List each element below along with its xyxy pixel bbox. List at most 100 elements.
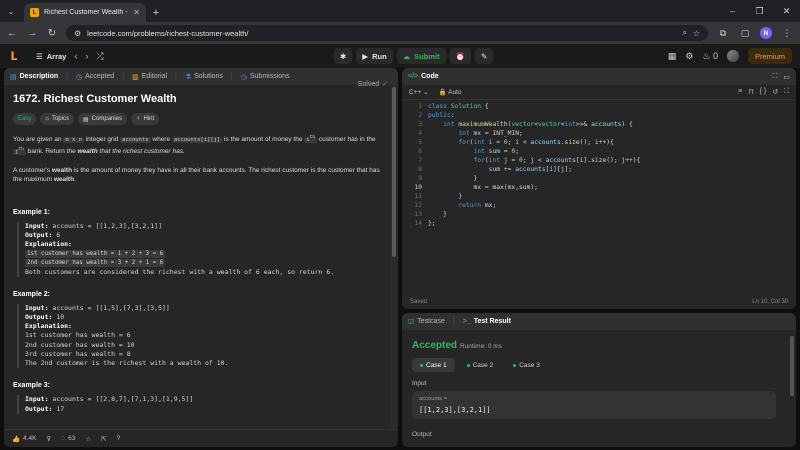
label: Output:	[25, 404, 53, 413]
fullscreen-icon[interactable]: ⛶	[784, 88, 789, 96]
zoom-icon[interactable]: ⌕	[682, 28, 686, 38]
explanation-line: 3rd customer has wealth = 8	[25, 349, 131, 358]
help-button[interactable]: ?	[117, 435, 121, 442]
companies-tag[interactable]: ▤ Companies	[77, 113, 128, 125]
tab-label: Description	[19, 73, 59, 80]
save-status: Saved	[410, 299, 428, 305]
submit-button[interactable]: ☁ Submit	[396, 48, 446, 64]
tab-solutions[interactable]: ⚗ Solutions	[185, 73, 223, 81]
description-tabs: ▤ Description | ◷ Accepted | ▥ Editorial | …	[4, 68, 398, 85]
line-number: 6	[418, 148, 422, 155]
scroll-thumb[interactable]	[392, 87, 396, 257]
sidepanel-icon[interactable]: ▢	[738, 28, 752, 39]
hint-tag[interactable]: ♀ Hint	[131, 113, 160, 125]
code-brackets-icon: </>	[408, 73, 419, 80]
maximize-icon[interactable]: ❐	[746, 0, 773, 22]
user-avatar[interactable]	[726, 50, 739, 62]
format-icon[interactable]: ≡	[738, 88, 742, 96]
run-button[interactable]: ▶ Run	[356, 48, 393, 64]
tab-editorial[interactable]: ▥ Editorial	[132, 73, 167, 81]
tab-test-result[interactable]: >_ Test Result	[463, 318, 511, 325]
close-window-icon[interactable]: ✕	[773, 0, 800, 22]
code-editor[interactable]: 1 2 3 4 5 6 7 8 9 10 11 12 13 14 class S…	[402, 101, 796, 281]
browser-tab-active[interactable]: L Richest Customer Wealth - Lee ✕	[24, 3, 146, 22]
variable-name: accounts =	[419, 396, 448, 402]
case-tab-3[interactable]: Case 3	[505, 358, 548, 372]
prev-problem-icon[interactable]: ‹	[74, 51, 77, 61]
minimize-icon[interactable]: –	[719, 0, 746, 22]
browser-menu-icon[interactable]: ⋮	[780, 28, 794, 39]
tab-label: Solutions	[194, 73, 223, 80]
case-tab-2[interactable]: Case 2	[459, 358, 502, 372]
text: wealth	[53, 176, 75, 184]
description-scrollbar[interactable]	[390, 85, 398, 429]
leetcode-logo-icon[interactable]: ᒪ	[8, 50, 20, 63]
language-select[interactable]: C++ ⌄	[409, 88, 429, 96]
code-chip: accounts	[120, 136, 151, 143]
share-button[interactable]: ⇱	[101, 435, 106, 443]
code-title: Code	[421, 73, 439, 80]
expand-icon[interactable]: ⛶	[772, 73, 777, 81]
case-label: Case 1	[426, 361, 447, 369]
layout-icon[interactable]: ▦	[668, 51, 677, 62]
extensions-icon[interactable]: ⧉	[716, 28, 730, 39]
example-box: Input: accounts = [[1,5],[7,3],[3,5]] Ou…	[17, 303, 381, 369]
notes-button[interactable]: ✎	[474, 48, 494, 64]
favorite-button[interactable]: ☆	[85, 435, 91, 443]
dislike-button[interactable]: ⊽	[46, 435, 51, 443]
tab-label: Submissions	[249, 73, 290, 80]
omnibox[interactable]: ⚙ leetcode.com/problems/richest-customer…	[66, 25, 708, 41]
input-value-box: accounts = [[1,2,3],[3,2,1]]	[412, 391, 776, 419]
maximize-panel-icon[interactable]: ▭	[783, 73, 790, 81]
language-value: C++	[409, 89, 422, 96]
case-tab-1[interactable]: Case 1	[412, 358, 455, 372]
forward-icon[interactable]: →	[26, 28, 38, 39]
example-input: Input: accounts = [[1,2,3],[3,2,1]]	[25, 222, 381, 231]
profile-avatar[interactable]: N	[760, 27, 772, 39]
example-title: Example 3:	[13, 382, 50, 390]
text: wealth	[51, 166, 73, 174]
value: 10	[56, 313, 65, 322]
shuffle-icon[interactable]: ⤮	[96, 51, 103, 62]
editor-status-bar: Saved Ln 10, Col 30	[402, 295, 796, 309]
value: accounts = [[1,2,3],[3,2,1]]	[52, 221, 162, 230]
bookmark-star-icon[interactable]: ☆	[693, 29, 700, 38]
problem-title: 1672. Richest Customer Wealth	[13, 93, 177, 105]
tab-testcase[interactable]: ☑ Testcase	[408, 318, 445, 326]
code-tab[interactable]: </> Code	[408, 73, 439, 80]
code-line: }	[428, 193, 463, 200]
close-tab-icon[interactable]: ✕	[133, 8, 140, 17]
label: Output:	[25, 313, 53, 322]
reset-icon[interactable]: ↺	[772, 88, 778, 96]
tab-submissions[interactable]: ◷ Submissions	[241, 73, 290, 81]
code-line: return mx;	[458, 202, 497, 209]
problem-statement: You are given an m x n integer grid acco…	[13, 133, 381, 158]
braces-icon[interactable]: { }	[760, 88, 767, 96]
back-icon[interactable]: ←	[6, 28, 18, 39]
result-scrollbar[interactable]	[788, 330, 796, 447]
tab-search-icon[interactable]: ⌄	[0, 0, 22, 22]
url-text[interactable]: leetcode.com/problems/richest-customer-w…	[87, 29, 676, 38]
bookmark-icon[interactable]: ⊓	[748, 88, 753, 96]
premium-button[interactable]: Premium	[747, 48, 792, 64]
scroll-thumb[interactable]	[790, 336, 794, 396]
tab-label: Test Result	[473, 318, 511, 325]
reload-icon[interactable]: ↻	[46, 28, 58, 39]
auto-mode-toggle[interactable]: 🔒 Auto	[439, 88, 462, 96]
next-problem-icon[interactable]: ›	[85, 51, 88, 61]
like-button[interactable]: 👍 4.4K	[12, 435, 36, 443]
settings-gear-icon[interactable]: ⚙	[685, 51, 693, 62]
topics-tag[interactable]: ⌂ Topics	[40, 113, 74, 125]
problem-list-button[interactable]: ☰ Array	[36, 52, 66, 61]
timer-button[interactable]: ⏰	[449, 48, 471, 64]
new-tab-icon[interactable]: +	[146, 3, 166, 22]
site-info-icon[interactable]: ⚙	[74, 29, 81, 38]
tab-accepted[interactable]: ◷ Accepted	[76, 73, 114, 81]
value: accounts = [[2,8,7],[7,1,3],[1,9,5]]	[52, 395, 194, 404]
history-icon: ◷	[75, 73, 83, 81]
comments-button[interactable]: ◌ 63	[61, 435, 75, 442]
tab-description[interactable]: ▤ Description	[10, 73, 58, 81]
debug-button[interactable]: ✱	[334, 48, 353, 64]
streak-fire-icon[interactable]: ♨ 0	[702, 51, 718, 62]
share-icon: ⇱	[101, 435, 107, 443]
